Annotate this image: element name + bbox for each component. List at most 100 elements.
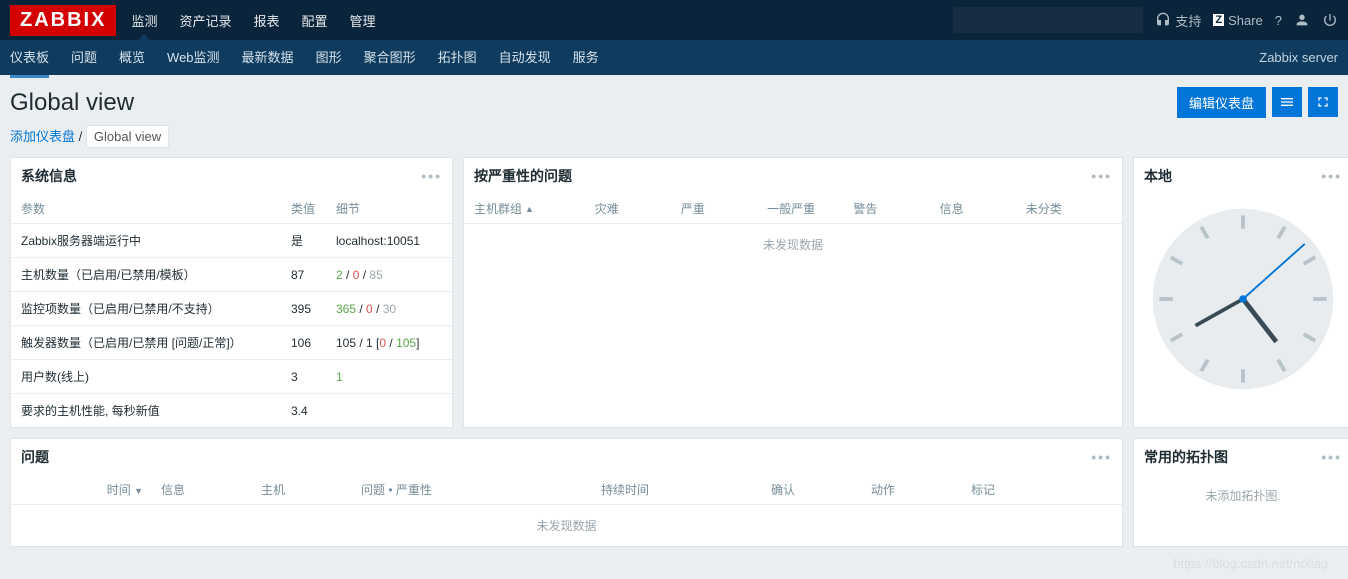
top-nav: 监测 资产记录 报表 配置 管理 — [131, 11, 375, 30]
severity-columns: 主机群组 ▲灾难严重一般严重警告信息未分类 — [464, 194, 1122, 224]
widget-header: 本地 ••• — [1134, 158, 1348, 194]
server-name[interactable]: Zabbix server — [1259, 50, 1338, 65]
param-cell: 监控项数量（已启用/已禁用/不支持） — [11, 292, 281, 326]
share-link[interactable]: ZShare — [1213, 13, 1262, 28]
breadcrumb: 添加仪表盘 / Global view — [0, 126, 1348, 157]
col-header[interactable]: 未分类 — [1026, 200, 1112, 217]
col-header[interactable]: 动作 — [871, 481, 971, 498]
table-row: Zabbix服务器端运行中是localhost:10051 — [11, 224, 452, 258]
table-row: 用户数(线上)31 — [11, 360, 452, 394]
col-header[interactable]: 信息 — [161, 481, 261, 498]
widget-menu-icon[interactable]: ••• — [421, 168, 442, 184]
widget-menu-icon[interactable]: ••• — [1321, 168, 1342, 184]
widget-menu-icon[interactable]: ••• — [1091, 168, 1112, 184]
topnav-item[interactable]: 管理 — [350, 11, 376, 30]
power-icon[interactable] — [1322, 12, 1338, 28]
col-header[interactable]: 确认 — [771, 481, 871, 498]
widget-header: 系统信息 ••• — [11, 158, 452, 194]
header-buttons: 编辑仪表盘 — [1177, 87, 1338, 118]
widget-header: 问题 ••• — [11, 439, 1122, 475]
widget-header: 按严重性的问题 ••• — [464, 158, 1122, 194]
topnav-item[interactable]: 报表 — [253, 11, 279, 30]
edit-dashboard-button[interactable]: 编辑仪表盘 — [1177, 87, 1266, 118]
value-cell: 3 — [281, 360, 326, 394]
widget-menu-icon[interactable]: ••• — [1321, 449, 1342, 465]
table-header: 类值 — [281, 194, 326, 224]
widget-title: 按严重性的问题 — [474, 166, 572, 186]
empty-maps: 未添加拓扑图. — [1134, 475, 1348, 516]
widget-title: 系统信息 — [21, 166, 77, 186]
search-input[interactable] — [961, 13, 1138, 28]
widget-menu-icon[interactable]: ••• — [1091, 449, 1112, 465]
support-label: 支持 — [1175, 11, 1201, 30]
table-row: 主机数量（已启用/已禁用/模板）872 / 0 / 85 — [11, 258, 452, 292]
subnav-item[interactable]: 聚合图形 — [364, 47, 416, 69]
col-header[interactable]: 主机 — [261, 481, 361, 498]
widget-header: 常用的拓扑图 ••• — [1134, 439, 1348, 475]
col-header[interactable]: 问题 • 严重性 — [361, 481, 601, 498]
subnav-item[interactable]: 服务 — [573, 47, 599, 69]
sysinfo-table: 参数类值细节 Zabbix服务器端运行中是localhost:10051主机数量… — [11, 194, 452, 427]
subnav-item[interactable]: 图形 — [316, 47, 342, 69]
col-header[interactable]: 灾难 — [595, 200, 681, 217]
widget-title: 本地 — [1144, 166, 1172, 186]
col-header[interactable]: 时间 ▼ — [21, 481, 161, 498]
menu-icon — [1279, 94, 1295, 110]
sub-bar: 仪表板问题概览 Web监测最新数据图形聚合图形拓扑图自动发现服务 Zabbix s… — [0, 40, 1348, 75]
dashboard-row-2: 问题 ••• 时间 ▼信息主机问题 • 严重性持续时间确认动作标记 未发现数据 … — [0, 428, 1348, 547]
subnav-item[interactable]: 问题 — [71, 47, 97, 69]
table-header: 细节 — [326, 194, 452, 224]
col-header[interactable]: 信息 — [940, 200, 1026, 217]
topnav-item[interactable]: 资产记录 — [179, 11, 231, 30]
subnav-item[interactable]: 拓扑图 — [438, 47, 477, 69]
crumb-add[interactable]: 添加仪表盘 — [10, 129, 75, 144]
table-header: 参数 — [11, 194, 281, 224]
subnav-item[interactable]: 概览 — [119, 47, 145, 69]
col-header[interactable]: 一般严重 — [767, 200, 853, 217]
crumb-sep: / — [79, 129, 83, 144]
no-data: 未发现数据 — [464, 224, 1122, 265]
subnav-item[interactable]: 仪表板 — [10, 47, 49, 78]
col-header[interactable]: 标记 — [971, 481, 1071, 498]
subnav-item[interactable]: Web监测 — [167, 47, 220, 69]
subnav-item[interactable]: 最新数据 — [242, 47, 294, 69]
widget-title: 问题 — [21, 447, 49, 467]
top-right: 支持 ZShare ? — [953, 7, 1338, 33]
param-cell: 用户数(线上) — [11, 360, 281, 394]
clock-icon — [1148, 204, 1338, 394]
fullscreen-button[interactable] — [1308, 87, 1338, 117]
help-icon[interactable]: ? — [1275, 13, 1282, 28]
clock-face — [1134, 194, 1348, 412]
top-bar: ZABBIX 监测 资产记录 报表 配置 管理 支持 ZShare ? — [0, 0, 1348, 40]
support-link[interactable]: 支持 — [1155, 11, 1201, 30]
detail-cell: 2 / 0 / 85 — [326, 258, 452, 292]
col-header[interactable]: 持续时间 — [601, 481, 771, 498]
crumb-current: Global view — [86, 125, 169, 148]
watermark: https://blog.csdn.net/noliag — [1173, 556, 1328, 571]
widget-clock: 本地 ••• — [1133, 157, 1348, 428]
widget-problems: 问题 ••• 时间 ▼信息主机问题 • 严重性持续时间确认动作标记 未发现数据 — [10, 438, 1123, 547]
problems-columns: 时间 ▼信息主机问题 • 严重性持续时间确认动作标记 — [11, 475, 1122, 505]
logo: ZABBIX — [10, 5, 116, 36]
page-header: Global view 编辑仪表盘 — [0, 75, 1348, 126]
value-cell: 是 — [281, 224, 326, 258]
value-cell: 3.4 — [281, 394, 326, 428]
user-icon[interactable] — [1294, 12, 1310, 28]
subnav-item[interactable]: 自动发现 — [499, 47, 551, 69]
param-cell: Zabbix服务器端运行中 — [11, 224, 281, 258]
col-header[interactable]: 主机群组 ▲ — [474, 200, 595, 217]
topnav-item[interactable]: 监测 — [131, 11, 157, 30]
param-cell: 触发器数量（已启用/已禁用 [问题/正常]） — [11, 326, 281, 360]
table-row: 监控项数量（已启用/已禁用/不支持）395365 / 0 / 30 — [11, 292, 452, 326]
table-row: 触发器数量（已启用/已禁用 [问题/正常]）106105 / 1 [0 / 10… — [11, 326, 452, 360]
detail-cell: 105 / 1 [0 / 105] — [326, 326, 452, 360]
headset-icon — [1155, 12, 1171, 28]
col-header[interactable]: 严重 — [681, 200, 767, 217]
z-badge: Z — [1213, 14, 1224, 26]
col-header[interactable]: 警告 — [853, 200, 939, 217]
detail-cell — [326, 394, 452, 428]
no-data: 未发现数据 — [11, 505, 1122, 546]
topnav-item[interactable]: 配置 — [302, 11, 328, 30]
menu-button[interactable] — [1272, 87, 1302, 117]
param-cell: 要求的主机性能, 每秒新值 — [11, 394, 281, 428]
